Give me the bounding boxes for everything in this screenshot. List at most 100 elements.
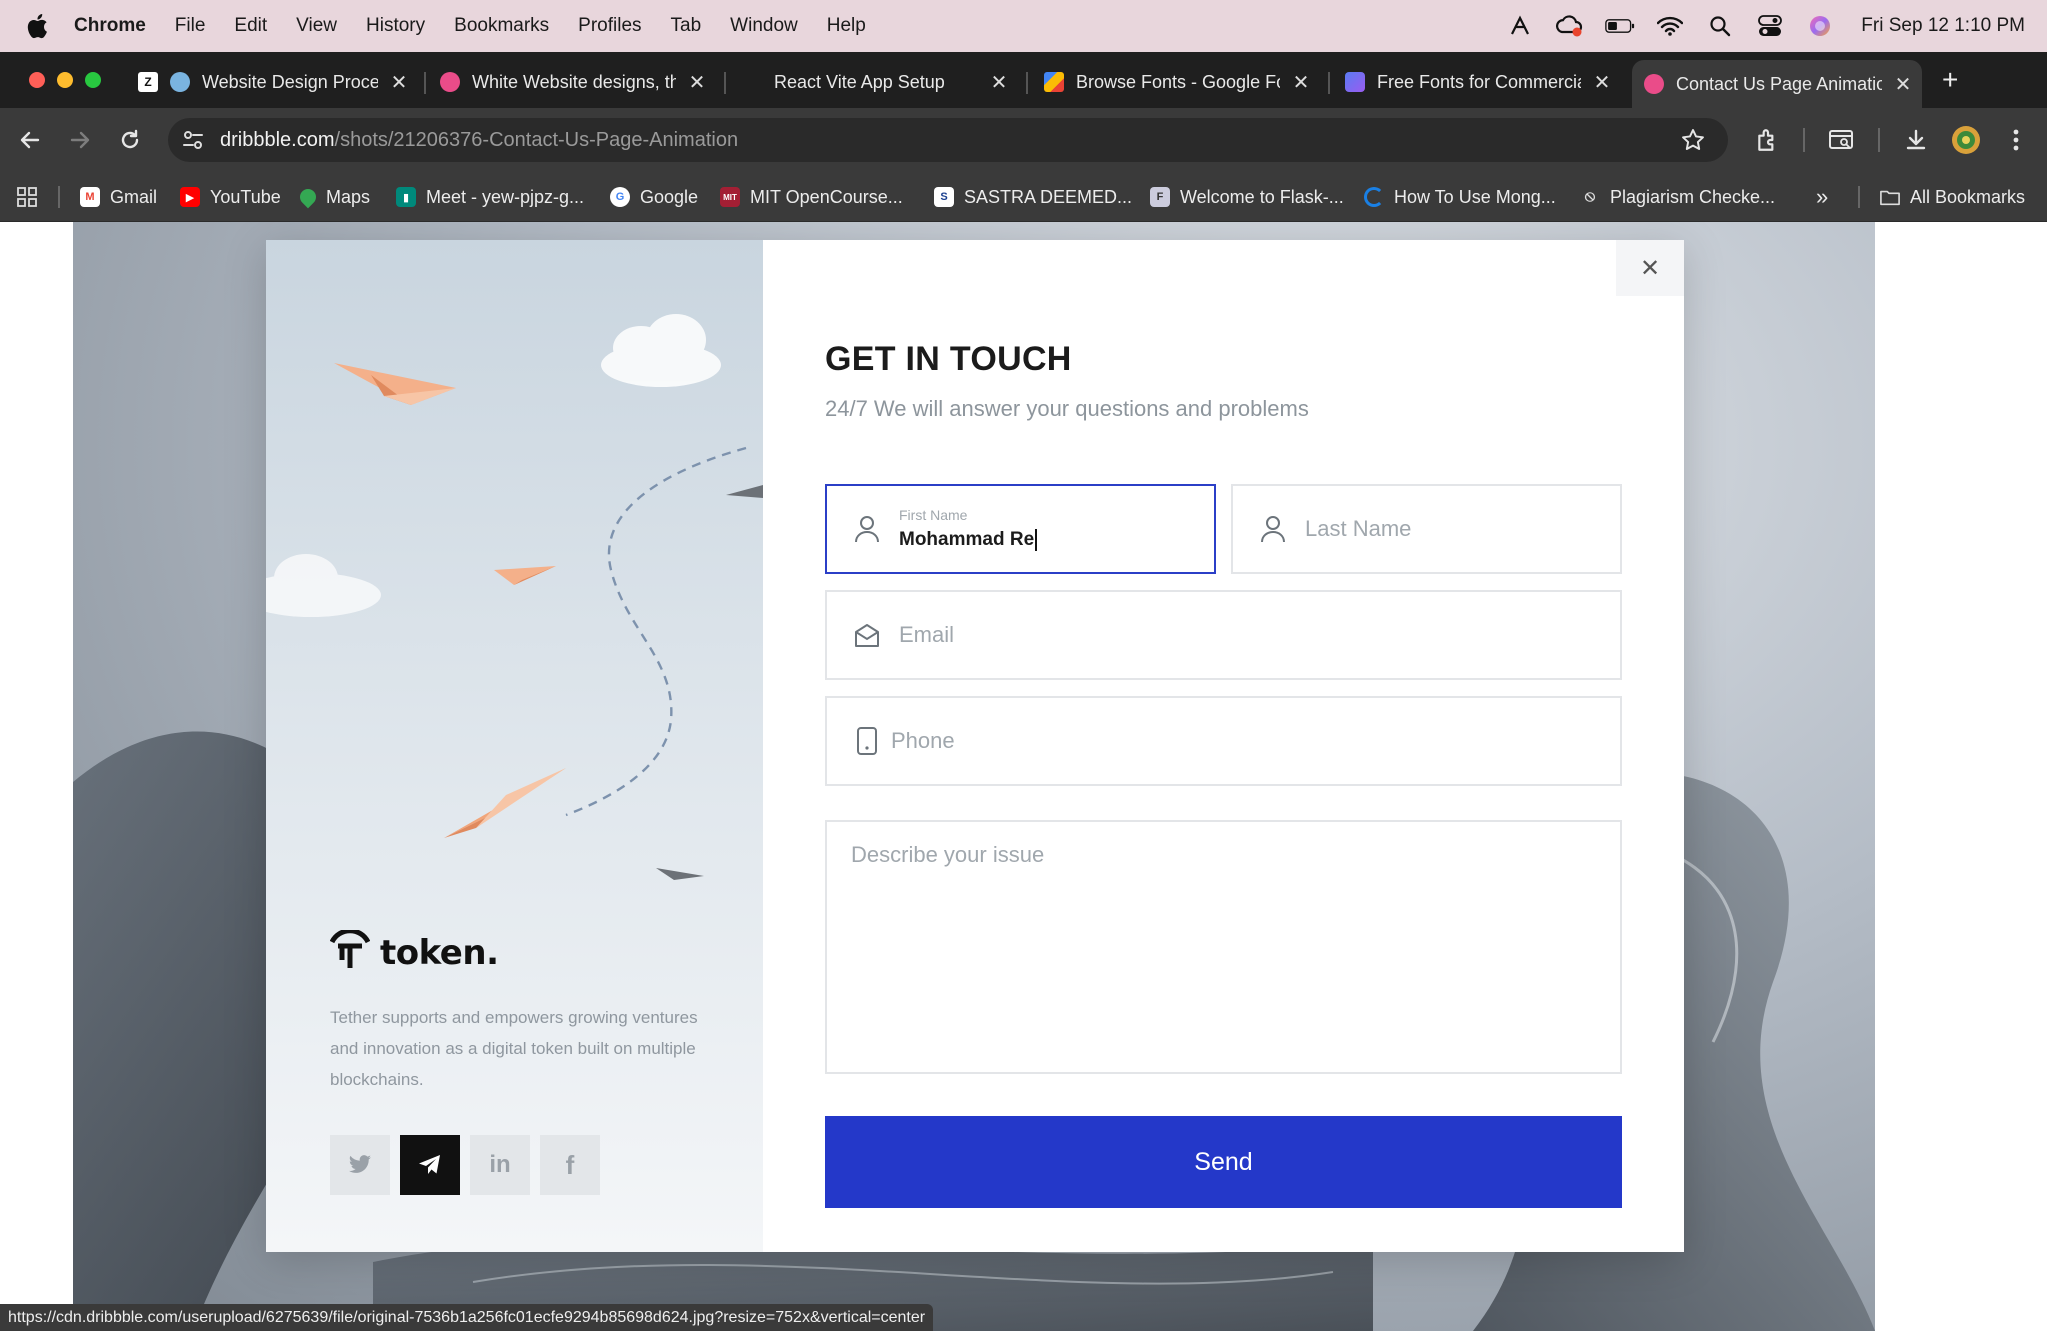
issue-textarea[interactable]: Describe your issue [825, 820, 1622, 1074]
tab-close-icon[interactable]: ✕ [1290, 70, 1312, 95]
bookmark-youtube[interactable]: ▶ YouTube [180, 184, 281, 210]
tab-title: Free Fonts for Commercial Use [1377, 71, 1581, 92]
twitter-icon [349, 1155, 371, 1173]
status-url: https://cdn.dribbble.com/userupload/6275… [8, 1308, 926, 1326]
all-bookmarks-label: All Bookmarks [1910, 186, 2026, 207]
bookmark-flask[interactable]: F Welcome to Flask-... [1150, 184, 1344, 210]
telegram-icon [419, 1155, 440, 1174]
more-bookmarks-chevron-icon[interactable]: » [1816, 184, 1828, 210]
sastra-icon: S [934, 187, 954, 207]
google-icon: G [610, 187, 630, 207]
new-tab-button[interactable]: + [1942, 64, 1958, 96]
bookmark-maps[interactable]: Maps [296, 184, 370, 210]
bookmark-meet[interactable]: ▮ Meet - yew-pjpz-g... [396, 184, 584, 210]
bookmark-mongodb[interactable]: How To Use Mong... [1364, 184, 1556, 210]
tab-website-design-process[interactable]: Z Website Design Process ✕ [138, 60, 410, 104]
close-icon: ✕ [1639, 254, 1661, 282]
tab-close-icon[interactable]: ✕ [1892, 72, 1914, 97]
menu-tab[interactable]: Tab [671, 15, 702, 37]
facebook-button[interactable]: f [540, 1135, 600, 1195]
phone-field[interactable]: Phone [825, 696, 1622, 786]
all-bookmarks-button[interactable]: All Bookmarks [1880, 184, 2025, 210]
menu-history[interactable]: History [366, 15, 425, 37]
url-path: /shots/21206376-Contact-Us-Page-Animatio… [334, 128, 739, 151]
address-bar[interactable]: dribbble.com/shots/21206376-Contact-Us-P… [168, 118, 1728, 162]
tab-free-fonts-commercial[interactable]: Free Fonts for Commercial Use ✕ [1345, 60, 1613, 104]
bookmark-star-icon[interactable] [1680, 127, 1706, 158]
bookmark-label: Plagiarism Checke... [1610, 186, 1776, 207]
brand-wordmark: token. [380, 932, 499, 973]
bookmark-label: Google [640, 186, 699, 207]
site-settings-icon[interactable] [180, 127, 206, 153]
toolbar-divider [1878, 128, 1880, 152]
wifi-icon[interactable] [1655, 11, 1685, 41]
menu-bookmarks[interactable]: Bookmarks [454, 15, 549, 37]
tab-close-icon[interactable]: ✕ [1591, 70, 1613, 95]
tab-browse-fonts[interactable]: Browse Fonts - Google Fonts ✕ [1044, 60, 1312, 104]
menu-help[interactable]: Help [827, 15, 866, 37]
apps-grid-icon[interactable] [16, 184, 38, 210]
menu-window[interactable]: Window [730, 15, 798, 37]
forward-icon[interactable] [64, 124, 96, 156]
tab-close-icon[interactable]: ✕ [686, 70, 708, 95]
youtube-icon: ▶ [180, 187, 200, 207]
menu-file[interactable]: File [175, 15, 206, 37]
blank-page-icon [742, 72, 762, 92]
menu-edit[interactable]: Edit [234, 15, 267, 37]
tab-react-vite-app-setup[interactable]: React Vite App Setup ✕ [742, 60, 1010, 104]
tab-close-icon[interactable]: ✕ [388, 70, 410, 95]
menu-profiles[interactable]: Profiles [578, 15, 641, 37]
brand-logo: token. [329, 928, 499, 975]
bookmark-label: Welcome to Flask-... [1180, 186, 1344, 207]
dribbble-shot-image[interactable]: token. Tether supports and empowers grow… [73, 222, 1875, 1331]
last-name-field[interactable]: Last Name [1231, 484, 1622, 574]
globe-icon [170, 72, 190, 92]
control-center-icon[interactable] [1755, 11, 1785, 41]
email-field[interactable]: Email [825, 590, 1622, 680]
tab-title: Website Design Process [202, 71, 378, 92]
script-editor-icon[interactable] [1505, 11, 1535, 41]
tab-search-icon[interactable] [1826, 124, 1858, 156]
tab-separator [1026, 72, 1028, 94]
siri-icon[interactable] [1805, 11, 1835, 41]
creative-cloud-icon[interactable] [1555, 11, 1585, 41]
tab-close-icon[interactable]: ✕ [988, 70, 1010, 95]
zeplin-icon: Z [138, 72, 158, 92]
bookmark-gmail[interactable]: M Gmail [80, 184, 157, 210]
downloads-icon[interactable] [1900, 124, 1932, 156]
tab-title: Browse Fonts - Google Fonts [1076, 71, 1280, 92]
tab-contact-us-page-animation[interactable]: Contact Us Page Animation ✕ [1632, 60, 1922, 108]
folder-icon [1880, 187, 1900, 207]
profile-avatar[interactable] [1950, 124, 1982, 156]
menu-view[interactable]: View [296, 15, 337, 37]
zoom-window-button[interactable] [85, 72, 101, 88]
telegram-button[interactable] [400, 1135, 460, 1195]
spotlight-search-icon[interactable] [1705, 11, 1735, 41]
bookmark-google[interactable]: G Google [610, 184, 698, 210]
bookmark-plagiarism-checker[interactable]: ⦸ Plagiarism Checke... [1580, 184, 1775, 210]
apple-icon[interactable] [26, 13, 52, 39]
first-name-field[interactable]: First Name Mohammad Re [825, 484, 1216, 574]
paper-plane-icon [334, 363, 456, 405]
bookmark-label: Meet - yew-pjpz-g... [426, 186, 585, 207]
reload-icon[interactable] [114, 124, 146, 156]
bookmark-mit-opencourseware[interactable]: MIT MIT OpenCourse... [720, 184, 903, 210]
linkedin-button[interactable]: in [470, 1135, 530, 1195]
back-icon[interactable] [14, 124, 46, 156]
tab-white-website-designs[interactable]: White Website designs, themes ✕ [440, 60, 708, 104]
chrome-menu-icon[interactable] [2000, 124, 2032, 156]
form-subtitle: 24/7 We will answer your questions and p… [825, 396, 1309, 421]
link-status-bar: https://cdn.dribbble.com/userupload/6275… [0, 1304, 934, 1331]
battery-icon[interactable] [1605, 11, 1635, 41]
address-url[interactable]: dribbble.com/shots/21206376-Contact-Us-P… [220, 129, 738, 152]
fontshare-icon [1345, 72, 1365, 92]
twitter-button[interactable] [330, 1135, 390, 1195]
menu-app-name[interactable]: Chrome [74, 15, 146, 37]
menu-clock[interactable]: Fri Sep 12 1:10 PM [1861, 15, 2025, 37]
close-window-button[interactable] [29, 72, 45, 88]
close-modal-button[interactable]: ✕ [1616, 240, 1684, 296]
bookmark-sastra[interactable]: S SASTRA DEEMED... [934, 184, 1132, 210]
send-button[interactable]: Send [825, 1116, 1622, 1208]
extensions-icon[interactable] [1752, 124, 1784, 156]
minimize-window-button[interactable] [57, 72, 73, 88]
